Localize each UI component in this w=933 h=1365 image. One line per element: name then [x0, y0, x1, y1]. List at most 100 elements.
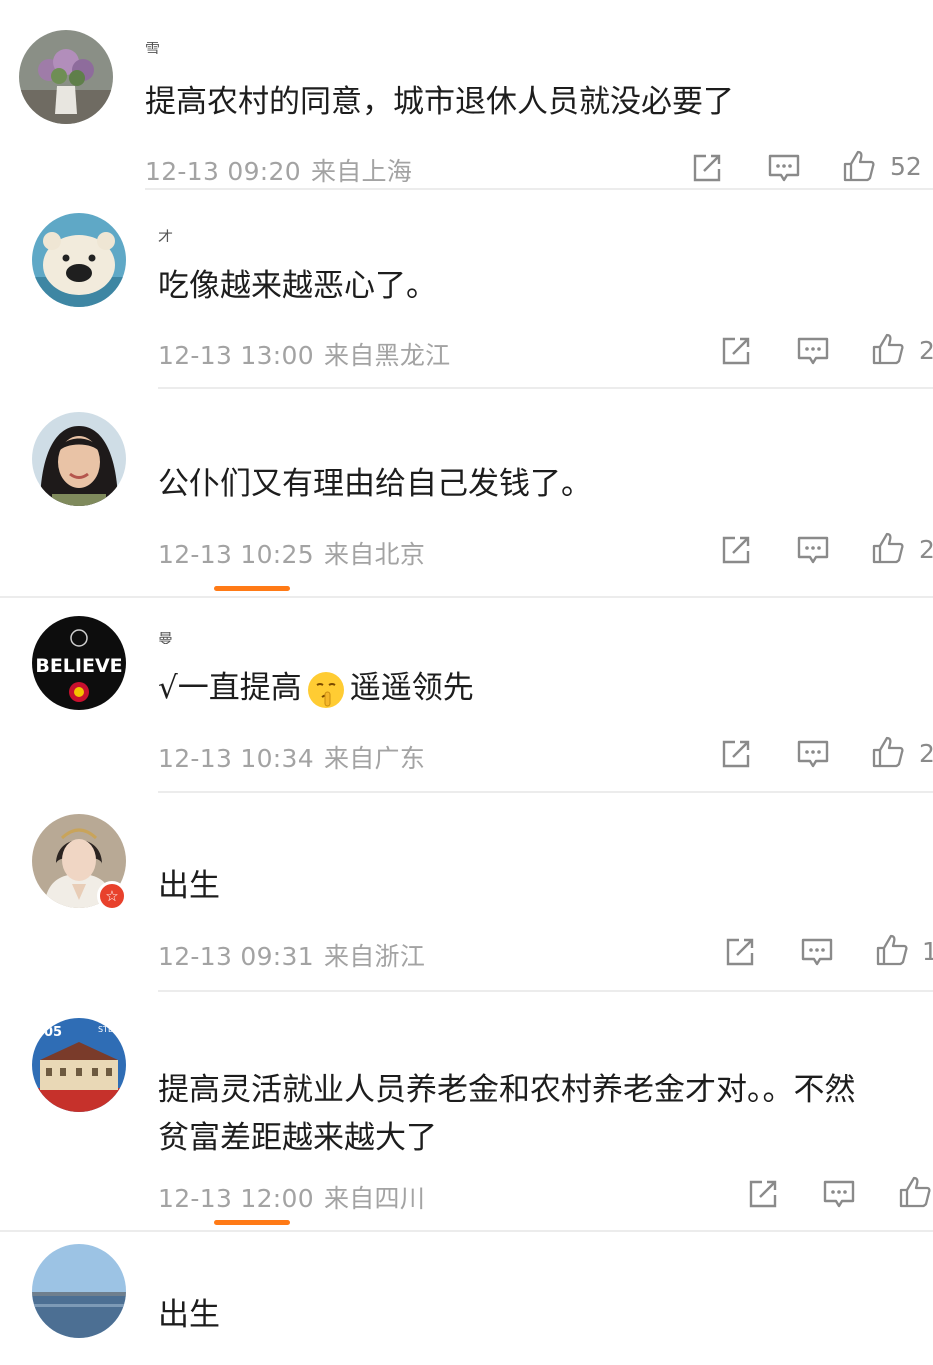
comment-item: 出生 — [0, 1234, 933, 1365]
comment-text: 公仆们又有理由给自己发钱了。 — [158, 466, 592, 502]
comment-location: 来自浙江 — [323, 942, 426, 971]
divider — [158, 387, 933, 389]
comment-item: 雪 提高农村的同意，城市退休人员就没必要了 12-13 09:20 来自上海 52 — [0, 0, 933, 190]
reply-button[interactable] — [822, 1177, 856, 1211]
believe-badge-icon: BELIEVE — [32, 616, 126, 710]
reply-button[interactable] — [767, 151, 801, 185]
avatar[interactable] — [32, 213, 126, 307]
like-button[interactable] — [871, 735, 905, 769]
share-icon — [722, 740, 750, 768]
flower-vase-icon — [19, 30, 113, 124]
comment-location: 来自广东 — [323, 744, 426, 773]
comment-item: 才 吃像越来越恶心了。 12-13 13:00 来自黑龙江 2 — [0, 190, 933, 390]
username[interactable]: 曼 — [158, 628, 174, 644]
comment-text: 提高灵活就业人员养老金和农村养老金才对。。不然 贫富差距越来越大了 — [158, 1066, 856, 1162]
like-button[interactable] — [875, 933, 909, 967]
comment-text-line: 贫富差距越来越大了 — [158, 1120, 437, 1156]
reply-button[interactable] — [796, 533, 830, 567]
comment-icon — [797, 536, 829, 564]
svg-text:BELIEVE: BELIEVE — [35, 655, 122, 677]
avatar[interactable]: 05 STE — [32, 1018, 126, 1112]
comment-meta: 12-13 12:00 来自四川 — [158, 1179, 425, 1215]
share-button[interactable] — [719, 533, 753, 567]
like-button[interactable] — [871, 332, 905, 366]
comment-item: ☆ 出生 12-13 09:31 来自浙江 1 — [0, 794, 933, 994]
comment-text-line: 提高灵活就业人员养老金和农村养老金才对。。不然 — [158, 1072, 856, 1108]
share-button[interactable] — [723, 935, 757, 969]
svg-text:05: 05 — [44, 1025, 62, 1040]
like-count: 52 — [890, 152, 922, 181]
comment-date: 12-13 09:20 — [145, 157, 301, 186]
reply-button[interactable] — [796, 737, 830, 771]
svg-text:STE: STE — [98, 1025, 113, 1034]
divider — [0, 1230, 933, 1232]
comment-meta: 12-13 10:34 来自广东 — [158, 739, 425, 775]
comment-text: 出生 — [158, 868, 220, 904]
like-button[interactable] — [898, 1175, 932, 1209]
avatar[interactable] — [32, 1244, 126, 1338]
reply-button[interactable] — [796, 334, 830, 368]
comment-icon — [768, 154, 800, 182]
share-button[interactable] — [690, 151, 724, 185]
comment-item: 公仆们又有理由给自己发钱了。 12-13 10:25 来自北京 2 — [0, 390, 933, 598]
username[interactable]: 才 — [158, 226, 174, 242]
accent-bar — [214, 586, 290, 591]
comment-icon — [797, 740, 829, 768]
comment-text: 提高农村的同意，城市退休人员就没必要了 — [145, 84, 734, 120]
building-icon: 05 STE — [32, 1018, 126, 1112]
comment-text: 吃像越来越恶心了。 — [158, 268, 437, 304]
like-count: 2 — [919, 336, 933, 365]
thumbs-up-icon — [872, 736, 904, 768]
thumbs-up-icon — [843, 150, 875, 182]
comment-location: 来自黑龙江 — [323, 341, 451, 370]
thumbs-up-icon — [899, 1176, 931, 1208]
comment-date: 12-13 10:25 — [158, 540, 314, 569]
verified-badge: ☆ — [97, 881, 127, 911]
like-count: 1 — [922, 937, 933, 966]
like-count: 2 — [919, 535, 933, 564]
comment-date: 12-13 13:00 — [158, 341, 314, 370]
username[interactable]: 雪 — [145, 38, 161, 54]
divider — [158, 990, 933, 992]
comment-location: 来自上海 — [310, 157, 413, 186]
like-button[interactable] — [842, 149, 876, 183]
share-icon — [726, 938, 754, 966]
like-button[interactable] — [871, 531, 905, 565]
comment-text-part: √一直提高 — [158, 670, 302, 706]
comment-date: 12-13 10:34 — [158, 744, 314, 773]
reply-button[interactable] — [800, 935, 834, 969]
divider — [158, 791, 933, 793]
accent-bar — [214, 1220, 290, 1225]
share-icon — [749, 1180, 777, 1208]
share-button[interactable] — [719, 737, 753, 771]
share-icon — [693, 154, 721, 182]
comment-date: 12-13 12:00 — [158, 1184, 314, 1213]
comment-icon — [801, 938, 833, 966]
share-icon — [722, 536, 750, 564]
share-button[interactable] — [746, 1177, 780, 1211]
comment-item: 05 STE 提高灵活就业人员养老金和农村养老金才对。。不然 贫富差距越来越大了… — [0, 994, 933, 1234]
avatar[interactable] — [32, 412, 126, 506]
comment-meta: 12-13 09:20 来自上海 — [145, 152, 412, 188]
share-button[interactable] — [719, 334, 753, 368]
comment-date: 12-13 09:31 — [158, 942, 314, 971]
comment-icon — [797, 337, 829, 365]
thumbs-up-icon — [876, 934, 908, 966]
comment-icon — [823, 1180, 855, 1208]
shushing-face-emoji-icon — [307, 671, 344, 708]
lake-landscape-icon — [32, 1244, 126, 1338]
avatar[interactable] — [19, 30, 113, 124]
thumbs-up-icon — [872, 532, 904, 564]
comment-item: BELIEVE 曼 √一直提高 遥遥领先 12-13 10:34 来自广东 2 — [0, 598, 933, 794]
comment-text: √一直提高 遥遥领先 — [158, 664, 474, 712]
thumbs-up-icon — [872, 333, 904, 365]
comment-location: 来自四川 — [323, 1184, 426, 1213]
comment-location: 来自北京 — [323, 540, 426, 569]
comment-text-part: 遥遥领先 — [349, 670, 474, 706]
avatar[interactable]: BELIEVE — [32, 616, 126, 710]
star-icon: ☆ — [105, 887, 119, 905]
comment-meta: 12-13 13:00 来自黑龙江 — [158, 336, 450, 372]
comment-meta: 12-13 10:25 来自北京 — [158, 535, 425, 571]
woman-portrait-icon — [32, 412, 126, 506]
like-count: 2 — [919, 739, 933, 768]
